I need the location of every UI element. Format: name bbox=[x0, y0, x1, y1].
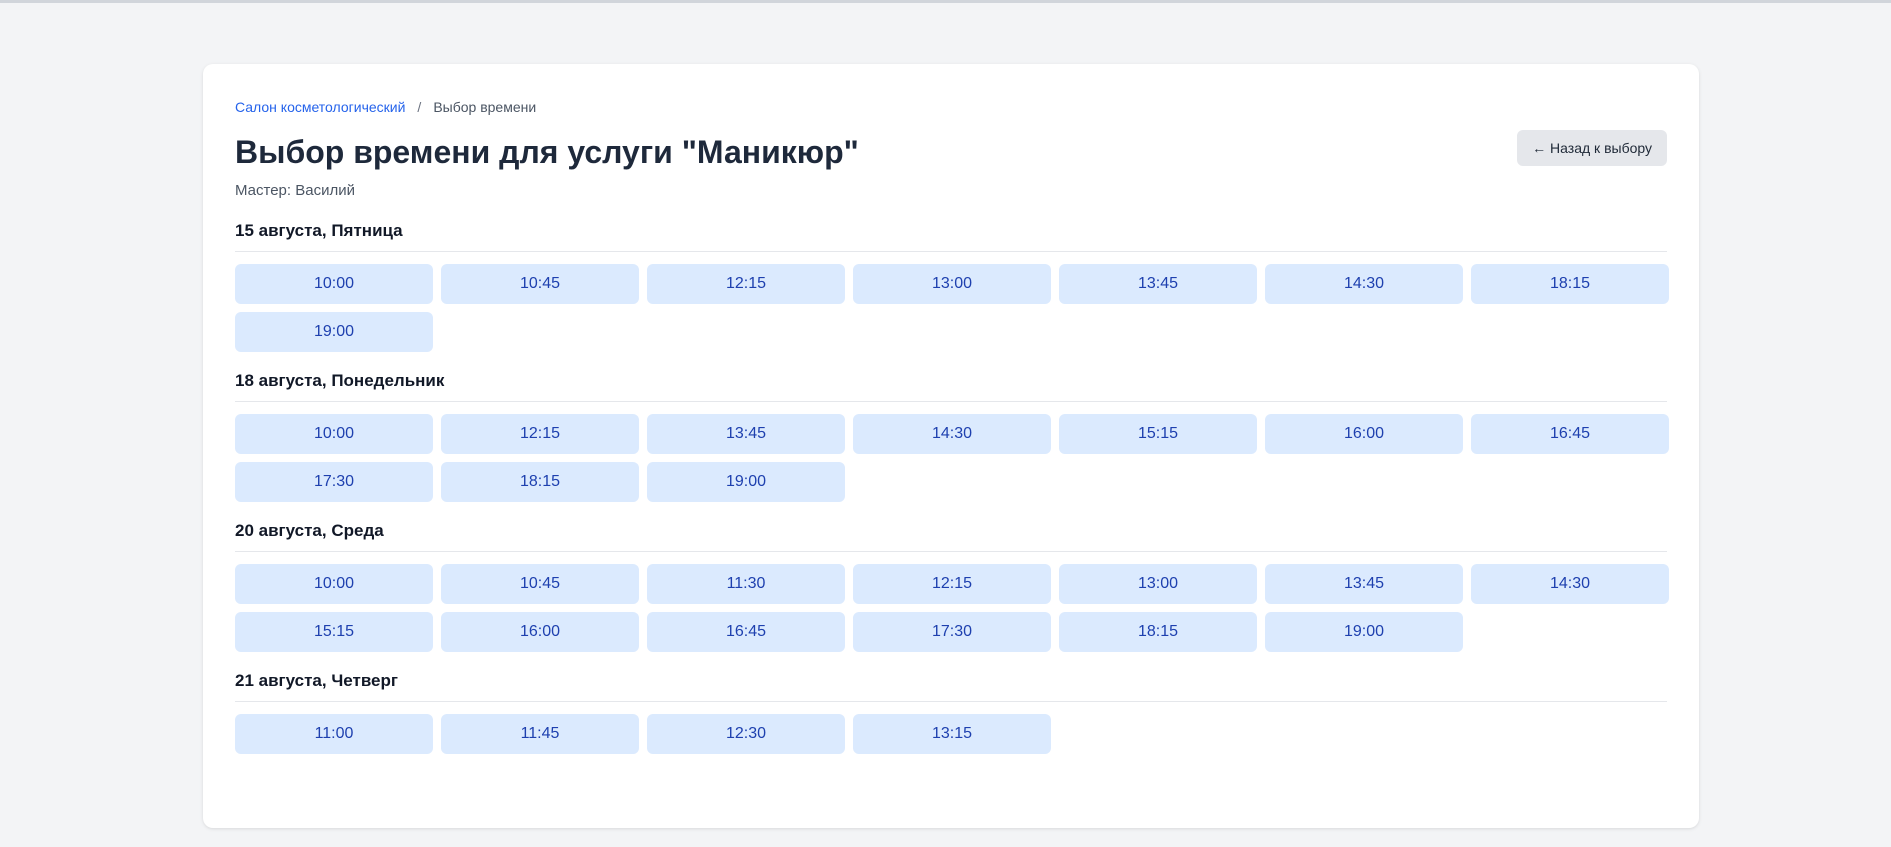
time-slot-button[interactable]: 18:15 bbox=[441, 462, 639, 502]
master-name: Мастер: Василий bbox=[235, 182, 355, 199]
day-section: 18 августа, Понедельник 10:00 12:15 13:4… bbox=[235, 370, 1669, 502]
time-slots: 10:00 10:45 12:15 13:00 13:45 14:30 18:1… bbox=[235, 264, 1669, 352]
time-slot-button[interactable]: 13:45 bbox=[1265, 564, 1463, 604]
day-section: 15 августа, Пятница 10:00 10:45 12:15 13… bbox=[235, 220, 1669, 352]
day-section: 20 августа, Среда 10:00 10:45 11:30 12:1… bbox=[235, 520, 1669, 652]
page-header: Выбор времени для услуги "Маникюр" ← Наз… bbox=[235, 130, 1667, 171]
time-slot-button[interactable]: 11:45 bbox=[441, 714, 639, 754]
day-title: 20 августа, Среда bbox=[235, 520, 1667, 552]
time-slot-button[interactable]: 13:15 bbox=[853, 714, 1051, 754]
top-border bbox=[0, 0, 1891, 3]
time-slot-button[interactable]: 13:00 bbox=[853, 264, 1051, 304]
time-slot-button[interactable]: 17:30 bbox=[235, 462, 433, 502]
breadcrumb: Салон косметологический / Выбор времени bbox=[235, 97, 1667, 117]
time-slots: 10:00 10:45 11:30 12:15 13:00 13:45 14:3… bbox=[235, 564, 1669, 652]
time-slot-button[interactable]: 11:00 bbox=[235, 714, 433, 754]
time-slot-button[interactable]: 13:45 bbox=[1059, 264, 1257, 304]
day-title: 21 августа, Четверг bbox=[235, 670, 1667, 702]
time-slot-button[interactable]: 18:15 bbox=[1059, 612, 1257, 652]
time-slot-button[interactable]: 15:15 bbox=[1059, 414, 1257, 454]
day-title: 15 августа, Пятница bbox=[235, 220, 1667, 252]
day-section: 21 августа, Четверг 11:00 11:45 12:30 13… bbox=[235, 670, 1667, 754]
time-slot-button[interactable]: 19:00 bbox=[647, 462, 845, 502]
time-slot-button[interactable]: 12:30 bbox=[647, 714, 845, 754]
breadcrumb-separator: / bbox=[417, 99, 422, 115]
day-title: 18 августа, Понедельник bbox=[235, 370, 1667, 402]
time-slots: 10:00 12:15 13:45 14:30 15:15 16:00 16:4… bbox=[235, 414, 1669, 502]
time-slot-button[interactable]: 16:45 bbox=[647, 612, 845, 652]
time-slot-button[interactable]: 13:45 bbox=[647, 414, 845, 454]
time-slot-button[interactable]: 16:45 bbox=[1471, 414, 1669, 454]
back-to-selection-button[interactable]: ← Назад к выбору bbox=[1517, 130, 1667, 166]
time-slot-button[interactable]: 10:00 bbox=[235, 564, 433, 604]
time-slot-button[interactable]: 14:30 bbox=[1471, 564, 1669, 604]
page-title: Выбор времени для услуги "Маникюр" bbox=[235, 134, 859, 170]
time-slot-button[interactable]: 16:00 bbox=[1265, 414, 1463, 454]
time-slot-button[interactable]: 10:00 bbox=[235, 264, 433, 304]
breadcrumb-current: Выбор времени bbox=[433, 99, 537, 115]
time-slot-button[interactable]: 19:00 bbox=[1265, 612, 1463, 652]
time-slot-button[interactable]: 18:15 bbox=[1471, 264, 1669, 304]
time-slot-button[interactable]: 10:00 bbox=[235, 414, 433, 454]
time-slot-button[interactable]: 13:00 bbox=[1059, 564, 1257, 604]
time-slot-button[interactable]: 11:30 bbox=[647, 564, 845, 604]
time-slot-button[interactable]: 12:15 bbox=[441, 414, 639, 454]
time-slot-button[interactable]: 16:00 bbox=[441, 612, 639, 652]
time-slot-button[interactable]: 19:00 bbox=[235, 312, 433, 352]
time-slot-button[interactable]: 14:30 bbox=[853, 414, 1051, 454]
time-slot-button[interactable]: 10:45 bbox=[441, 564, 639, 604]
time-slots: 11:00 11:45 12:30 13:15 bbox=[235, 714, 1667, 754]
time-slot-button[interactable]: 17:30 bbox=[853, 612, 1051, 652]
time-slot-button[interactable]: 12:15 bbox=[853, 564, 1051, 604]
breadcrumb-salon-link[interactable]: Салон косметологический bbox=[235, 97, 405, 117]
time-slot-button[interactable]: 14:30 bbox=[1265, 264, 1463, 304]
time-slot-button[interactable]: 10:45 bbox=[441, 264, 639, 304]
time-slot-button[interactable]: 15:15 bbox=[235, 612, 433, 652]
booking-card: Салон косметологический / Выбор времени … bbox=[203, 64, 1699, 828]
time-slot-button[interactable]: 12:15 bbox=[647, 264, 845, 304]
